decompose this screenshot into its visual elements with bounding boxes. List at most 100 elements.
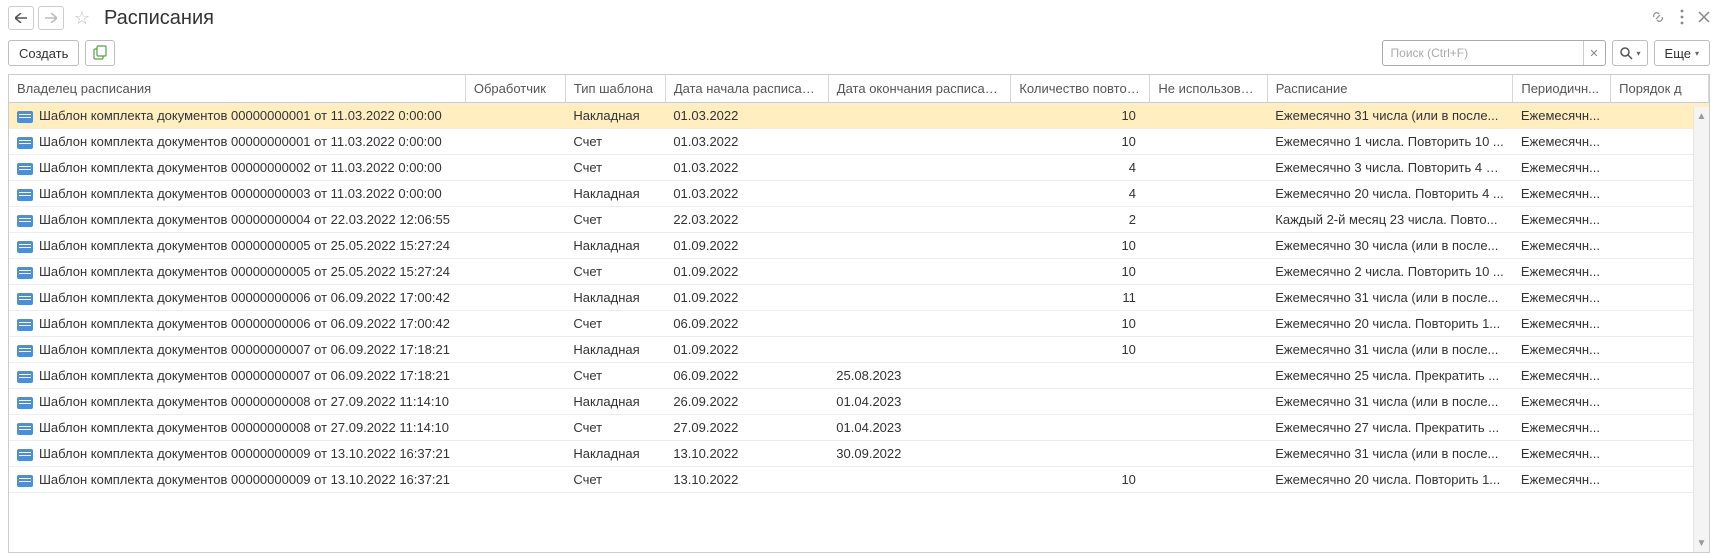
table-row[interactable]: Шаблон комплекта документов 00000000006 … bbox=[9, 311, 1709, 337]
cell-owner: Шаблон комплекта документов 00000000004 … bbox=[9, 207, 465, 233]
col-owner[interactable]: Владелец расписания bbox=[9, 75, 465, 103]
col-type[interactable]: Тип шаблона bbox=[565, 75, 665, 103]
table-row[interactable]: Шаблон комплекта документов 00000000009 … bbox=[9, 441, 1709, 467]
table-row[interactable]: Шаблон комплекта документов 00000000008 … bbox=[9, 389, 1709, 415]
cell-end bbox=[828, 467, 1011, 493]
cell-handler bbox=[465, 181, 565, 207]
cell-schedule: Ежемесячно 20 числа. Повторить 1... bbox=[1267, 467, 1513, 493]
create-button[interactable]: Создать bbox=[8, 40, 79, 66]
cell-end: 01.04.2023 bbox=[828, 389, 1011, 415]
cell-type: Накладная bbox=[565, 441, 665, 467]
cell-handler bbox=[465, 233, 565, 259]
cell-start: 01.09.2022 bbox=[665, 285, 828, 311]
back-button[interactable] bbox=[8, 6, 34, 30]
cell-handler bbox=[465, 155, 565, 181]
cell-handler bbox=[465, 285, 565, 311]
cell-period: Ежемесячн... bbox=[1513, 181, 1611, 207]
cell-period: Ежемесячн... bbox=[1513, 129, 1611, 155]
table-row[interactable]: Шаблон комплекта документов 00000000002 … bbox=[9, 155, 1709, 181]
forward-button[interactable] bbox=[38, 6, 64, 30]
cell-end bbox=[828, 337, 1011, 363]
scrollbar[interactable]: ▲ ▼ bbox=[1693, 107, 1709, 552]
cell-period: Ежемесячн... bbox=[1513, 207, 1611, 233]
table-row[interactable]: Шаблон комплекта документов 00000000005 … bbox=[9, 259, 1709, 285]
cell-type: Счет bbox=[565, 363, 665, 389]
favorite-button[interactable]: ☆ bbox=[70, 6, 94, 30]
cell-nouse bbox=[1150, 103, 1267, 129]
more-button[interactable]: Еще ▾ bbox=[1654, 40, 1710, 66]
cell-owner: Шаблон комплекта документов 00000000001 … bbox=[9, 103, 465, 129]
col-end[interactable]: Дата окончания расписания bbox=[828, 75, 1011, 103]
cell-owner: Шаблон комплекта документов 00000000009 … bbox=[9, 467, 465, 493]
cell-nouse bbox=[1150, 285, 1267, 311]
cell-count: 10 bbox=[1011, 467, 1150, 493]
link-icon[interactable] bbox=[1650, 9, 1666, 28]
page-header: ☆ Расписания bbox=[8, 0, 1710, 36]
table-row[interactable]: Шаблон комплекта документов 00000000009 … bbox=[9, 467, 1709, 493]
cell-schedule: Ежемесячно 3 числа. Повторить 4 раз bbox=[1267, 155, 1513, 181]
col-order[interactable]: Порядок д bbox=[1611, 75, 1709, 103]
cell-owner: Шаблон комплекта документов 00000000008 … bbox=[9, 415, 465, 441]
table-row[interactable]: Шаблон комплекта документов 00000000007 … bbox=[9, 363, 1709, 389]
table-row[interactable]: Шаблон комплекта документов 00000000003 … bbox=[9, 181, 1709, 207]
cell-period: Ежемесячн... bbox=[1513, 285, 1611, 311]
cell-handler bbox=[465, 389, 565, 415]
cell-type: Счет bbox=[565, 129, 665, 155]
cell-count bbox=[1011, 441, 1150, 467]
cell-count bbox=[1011, 363, 1150, 389]
col-count[interactable]: Количество повторов bbox=[1011, 75, 1150, 103]
cell-count: 10 bbox=[1011, 103, 1150, 129]
document-icon bbox=[17, 371, 33, 383]
cell-nouse bbox=[1150, 311, 1267, 337]
cell-end bbox=[828, 155, 1011, 181]
cell-owner: Шаблон комплекта документов 00000000006 … bbox=[9, 285, 465, 311]
cell-owner: Шаблон комплекта документов 00000000003 … bbox=[9, 181, 465, 207]
cell-owner: Шаблон комплекта документов 00000000009 … bbox=[9, 441, 465, 467]
table-row[interactable]: Шаблон комплекта документов 00000000008 … bbox=[9, 415, 1709, 441]
search-dropdown-button[interactable]: ▾ bbox=[1612, 40, 1648, 66]
search-input[interactable] bbox=[1383, 46, 1583, 60]
cell-end bbox=[828, 311, 1011, 337]
table-row[interactable]: Шаблон комплекта документов 00000000005 … bbox=[9, 233, 1709, 259]
cell-schedule: Ежемесячно 31 числа (или в после... bbox=[1267, 441, 1513, 467]
col-nouse[interactable]: Не использовать bbox=[1150, 75, 1267, 103]
cell-type: Счет bbox=[565, 207, 665, 233]
cell-end bbox=[828, 181, 1011, 207]
cell-period: Ежемесячн... bbox=[1513, 337, 1611, 363]
header-row: Владелец расписания Обработчик Тип шабло… bbox=[9, 75, 1709, 103]
cell-start: 01.03.2022 bbox=[665, 129, 828, 155]
table-row[interactable]: Шаблон комплекта документов 00000000006 … bbox=[9, 285, 1709, 311]
cell-schedule: Ежемесячно 20 числа. Повторить 4 ... bbox=[1267, 181, 1513, 207]
scroll-up-icon[interactable]: ▲ bbox=[1694, 107, 1709, 125]
cell-start: 01.03.2022 bbox=[665, 181, 828, 207]
cell-owner: Шаблон комплекта документов 00000000006 … bbox=[9, 311, 465, 337]
document-icon bbox=[17, 137, 33, 149]
table-row[interactable]: Шаблон комплекта документов 00000000007 … bbox=[9, 337, 1709, 363]
cell-type: Счет bbox=[565, 467, 665, 493]
col-period[interactable]: Периодичн... bbox=[1513, 75, 1611, 103]
document-icon bbox=[17, 475, 33, 487]
cell-nouse bbox=[1150, 337, 1267, 363]
cell-start: 01.03.2022 bbox=[665, 155, 828, 181]
cell-count: 10 bbox=[1011, 311, 1150, 337]
cell-schedule: Ежемесячно 31 числа (или в после... bbox=[1267, 389, 1513, 415]
create-label: Создать bbox=[19, 46, 68, 61]
cell-end: 25.08.2023 bbox=[828, 363, 1011, 389]
col-start[interactable]: Дата начала расписания bbox=[665, 75, 828, 103]
table-row[interactable]: Шаблон комплекта документов 00000000001 … bbox=[9, 103, 1709, 129]
table-row[interactable]: Шаблон комплекта документов 00000000004 … bbox=[9, 207, 1709, 233]
kebab-menu-icon[interactable] bbox=[1680, 9, 1684, 28]
cell-schedule: Ежемесячно 31 числа (или в после... bbox=[1267, 103, 1513, 129]
close-icon[interactable] bbox=[1698, 11, 1710, 26]
table-row[interactable]: Шаблон комплекта документов 00000000001 … bbox=[9, 129, 1709, 155]
search-clear-button[interactable]: ✕ bbox=[1583, 41, 1605, 65]
cell-period: Ежемесячн... bbox=[1513, 311, 1611, 337]
col-schedule[interactable]: Расписание bbox=[1267, 75, 1513, 103]
document-icon bbox=[17, 111, 33, 123]
copy-button[interactable] bbox=[85, 40, 115, 66]
col-handler[interactable]: Обработчик bbox=[465, 75, 565, 103]
cell-handler bbox=[465, 363, 565, 389]
scroll-down-icon[interactable]: ▼ bbox=[1694, 534, 1709, 552]
document-icon bbox=[17, 189, 33, 201]
cell-period: Ежемесячн... bbox=[1513, 389, 1611, 415]
